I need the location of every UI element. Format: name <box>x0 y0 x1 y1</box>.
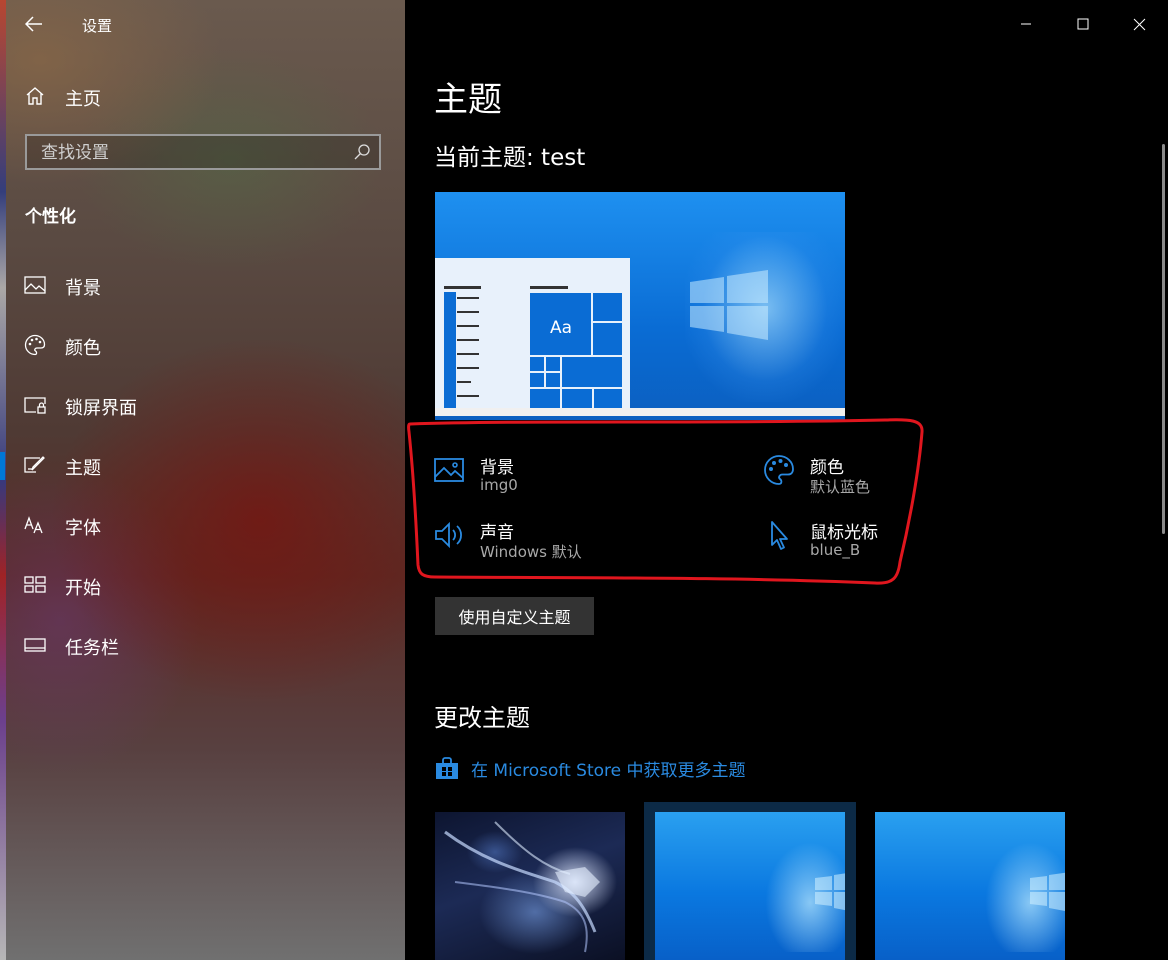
cursor-icon <box>771 521 788 550</box>
preview-window: Aa <box>435 258 630 408</box>
sidebar-item-label: 背景 <box>65 278 101 299</box>
back-arrow-icon <box>25 16 42 32</box>
start-icon <box>24 574 46 596</box>
lock-screen-icon <box>24 394 46 416</box>
windows-logo-icon <box>1030 872 1065 912</box>
theme-thumbnail-windows-selected[interactable] <box>655 812 845 960</box>
scrollbar[interactable] <box>1162 144 1165 534</box>
theme-detail-color[interactable]: 颜色 默认蓝色 <box>763 450 963 498</box>
theme-detail-cursor[interactable]: 鼠标光标 blue_B <box>763 515 963 563</box>
back-button[interactable] <box>22 12 46 36</box>
theme-detail-value: img0 <box>480 476 518 494</box>
sidebar-item-background[interactable]: 背景 <box>0 256 405 316</box>
theme-detail-title: 背景 <box>480 458 514 478</box>
search-icon[interactable] <box>353 143 371 161</box>
app-title: 设置 <box>82 17 113 35</box>
store-link-label: 在 Microsoft Store 中获取更多主题 <box>471 760 746 781</box>
store-bag-icon <box>436 757 458 779</box>
nav-list: 背景 颜色 锁屏界面 主题 字体 开始 任务栏 <box>0 256 405 676</box>
theme-details: 背景 img0 颜色 默认蓝色 声音 Windows 默认 鼠标光标 blue_… <box>433 450 893 570</box>
window-controls <box>997 0 1168 48</box>
sidebar-item-label: 字体 <box>65 518 101 539</box>
theme-thumbnail-dragon[interactable] <box>435 812 625 960</box>
theme-detail-value: blue_B <box>810 541 861 559</box>
sidebar-item-label: 主题 <box>65 458 101 479</box>
theme-detail-title: 声音 <box>480 523 514 543</box>
speaker-icon <box>435 521 462 549</box>
sidebar-item-fonts[interactable]: 字体 <box>0 496 405 556</box>
nav-home[interactable]: 主页 <box>0 76 405 116</box>
sidebar-item-label: 开始 <box>65 578 101 599</box>
minimize-icon <box>1020 23 1031 25</box>
nav-home-label: 主页 <box>65 89 101 110</box>
taskbar-icon <box>24 634 46 656</box>
theme-detail-value: 默认蓝色 <box>810 478 871 496</box>
windows-logo-icon <box>815 873 845 911</box>
maximize-icon <box>1077 18 1088 30</box>
search-input[interactable] <box>39 140 343 166</box>
home-icon <box>24 85 46 107</box>
theme-thumbnail-windows[interactable] <box>875 812 1065 960</box>
content-pane: 主题 当前主题: test Aa 背景 img0 颜色 默认蓝色 声音 Wind… <box>405 0 1168 960</box>
sidebar-item-label: 锁屏界面 <box>65 398 137 419</box>
microsoft-store-link[interactable]: 在 Microsoft Store 中获取更多主题 <box>435 754 746 782</box>
maximize-button[interactable] <box>1054 0 1111 48</box>
windows-logo-icon <box>690 270 768 340</box>
sidebar-item-lock-screen[interactable]: 锁屏界面 <box>0 376 405 436</box>
title-bar: 设置 <box>0 0 405 48</box>
close-icon <box>1133 18 1146 30</box>
theme-detail-sound[interactable]: 声音 Windows 默认 <box>433 515 633 563</box>
font-icon <box>24 514 46 536</box>
sidebar-item-label: 任务栏 <box>65 638 119 659</box>
palette-icon <box>764 455 794 485</box>
close-button[interactable] <box>1111 0 1168 48</box>
minimize-button[interactable] <box>997 0 1054 48</box>
sidebar-item-start[interactable]: 开始 <box>0 556 405 616</box>
dragon-artwork <box>444 821 600 953</box>
theme-detail-title: 鼠标光标 <box>810 523 878 543</box>
sidebar-item-taskbar[interactable]: 任务栏 <box>0 616 405 676</box>
sidebar-item-themes[interactable]: 主题 <box>0 436 405 496</box>
picture-icon <box>24 274 46 296</box>
search-box[interactable] <box>25 134 381 170</box>
use-custom-theme-button[interactable]: 使用自定义主题 <box>435 597 594 635</box>
picture-icon <box>434 458 464 482</box>
preview-window-content <box>444 286 622 408</box>
preview-taskbar <box>435 408 845 416</box>
sidebar-item-label: 颜色 <box>65 338 101 359</box>
navigation-pane: 设置 主页 个性化 背景 颜色 <box>0 0 405 960</box>
theme-icon <box>24 454 46 476</box>
theme-preview: Aa <box>435 192 845 420</box>
theme-detail-background[interactable]: 背景 img0 <box>433 450 633 498</box>
sidebar-item-colors[interactable]: 颜色 <box>0 316 405 376</box>
theme-detail-value: Windows 默认 <box>480 543 582 561</box>
page-title: 主题 <box>434 80 502 120</box>
current-theme-label: 当前主题: test <box>434 145 586 171</box>
preview-tile-text: Aa <box>550 318 573 338</box>
theme-detail-title: 颜色 <box>810 458 844 478</box>
palette-icon <box>24 334 46 356</box>
change-theme-heading: 更改主题 <box>434 704 530 732</box>
section-header-personalization: 个性化 <box>25 207 76 227</box>
